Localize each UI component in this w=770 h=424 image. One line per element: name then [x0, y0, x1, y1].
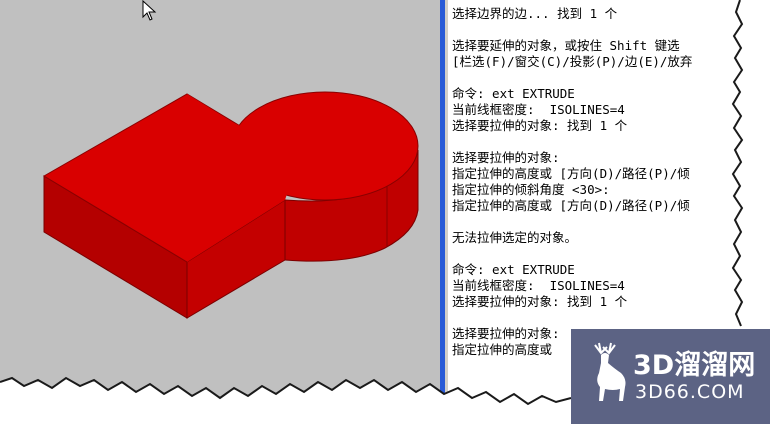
command-history-line: 命令: ext EXTRUDE: [452, 262, 575, 277]
command-history-line: 选择要拉伸的对象:: [452, 150, 560, 165]
command-history-line: 选择要拉伸的对象: 找到 1 个: [452, 294, 628, 309]
extruded-solid-model: [43, 91, 419, 319]
command-history-line: 命令: ext EXTRUDE: [452, 86, 575, 101]
command-history-line: 选择要延伸的对象，或按住 Shift 键选: [452, 38, 680, 53]
command-history-line: 无法拉伸选定的对象。: [452, 230, 578, 245]
watermark-site-name: 3D溜溜网: [633, 350, 756, 381]
drawing-viewport[interactable]: [0, 0, 440, 424]
command-history-line: 指定拉伸的倾斜角度 <30>:: [452, 182, 610, 197]
command-history-line: [452, 214, 692, 230]
command-history-line: 指定拉伸的高度或 [方向(D)/路径(P)/倾: [452, 198, 690, 213]
command-history-line: 指定拉伸的高度或 [方向(D)/路径(P)/倾: [452, 166, 690, 181]
command-history-line: 当前线框密度: ISOLINES=4: [452, 278, 625, 293]
command-history-line: [452, 22, 692, 38]
command-history-line: 选择要拉伸的对象: 找到 1 个: [452, 118, 628, 133]
command-history-line: [452, 310, 692, 326]
watermark-site-url: 3D66.COM: [635, 381, 745, 403]
deer-logo-icon: [594, 342, 626, 401]
command-history-line: [栏选(F)/窗交(C)/投影(P)/边(E)/放弃: [452, 54, 693, 69]
command-history-line: [452, 134, 692, 150]
mouse-pointer-icon: [142, 0, 157, 21]
command-history-line: [452, 70, 692, 86]
command-history-line: [452, 246, 692, 262]
command-history-line: 选择边界的边... 找到 1 个: [452, 6, 618, 21]
command-history-line: 当前线框密度: ISOLINES=4: [452, 102, 625, 117]
site-watermark: 3D溜溜网 3D66.COM: [571, 329, 770, 424]
command-history-lines: 选择边界的边... 找到 1 个选择要延伸的对象，或按住 Shift 键选 [栏选…: [452, 6, 692, 358]
